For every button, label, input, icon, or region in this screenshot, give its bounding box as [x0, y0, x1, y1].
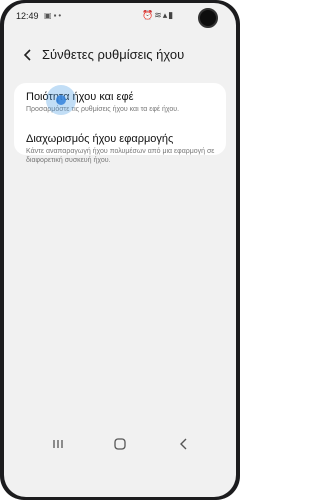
- back-button[interactable]: [18, 45, 38, 65]
- status-bar: 12:49 ▣▪• ⏰≋▴▮: [4, 3, 236, 29]
- status-time: 12:49: [16, 11, 39, 21]
- back-icon: [180, 438, 187, 450]
- wifi-icon: ≋: [154, 10, 163, 20]
- home-icon: [114, 438, 126, 450]
- app-bar: Σύνθετες ρυθμίσεις ήχου: [4, 41, 236, 69]
- home-button[interactable]: [110, 435, 130, 453]
- notification-dot-icon: •: [58, 11, 64, 20]
- battery-icon: ▮: [168, 10, 175, 20]
- chevron-left-icon: [23, 49, 31, 61]
- screen: 12:49 ▣▪• ⏰≋▴▮ Σύνθετες ρυθμίσεις ήχου Π…: [4, 3, 236, 497]
- nav-back-button[interactable]: [174, 435, 194, 453]
- item-title: Ποιότητα ήχου και εφέ: [26, 91, 134, 103]
- status-right-icons: ⏰≋▴▮: [142, 10, 174, 21]
- item-subtitle: Κάντε αναπαραγωγή ήχου πολυμέσων από μια…: [26, 148, 215, 164]
- gallery-icon: ▣: [44, 11, 54, 20]
- alarm-icon: ⏰: [142, 10, 155, 20]
- camera-cutout: [198, 8, 218, 28]
- separate-app-sound-item[interactable]: Διαχωρισμός ήχου εφαρμογής Κάντε αναπαρα…: [14, 133, 226, 177]
- settings-card: Ποιότητα ήχου και εφέ Προσαρμόστε τις ρυ…: [14, 83, 226, 164]
- navigation-bar: [4, 427, 236, 461]
- recents-button[interactable]: [48, 435, 68, 453]
- item-title: Διαχωρισμός ήχου εφαρμογής: [26, 133, 174, 145]
- recents-icon: [53, 440, 63, 448]
- page-title: Σύνθετες ρυθμίσεις ήχου: [42, 47, 185, 62]
- phone-frame: 12:49 ▣▪• ⏰≋▴▮ Σύνθετες ρυθμίσεις ήχου Π…: [0, 0, 240, 500]
- touch-indicator-dot: [56, 95, 66, 105]
- status-left-icons: ▣▪•: [44, 11, 63, 20]
